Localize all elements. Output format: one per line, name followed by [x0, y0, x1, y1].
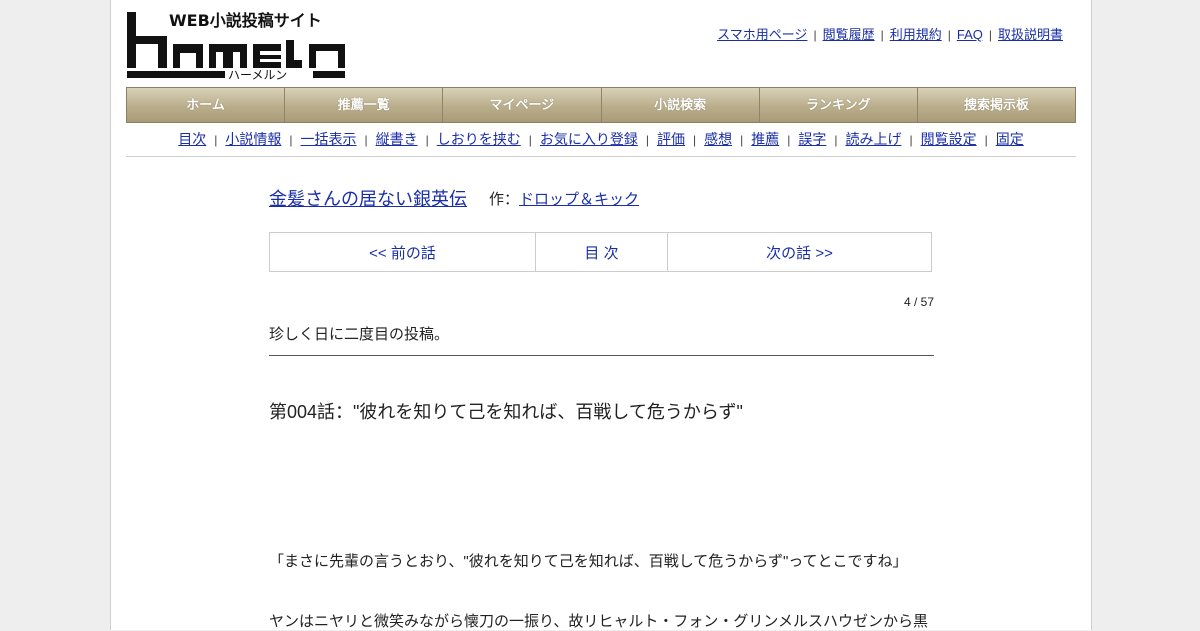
toc-cell: 目 次	[536, 233, 668, 271]
subnav-bookmark[interactable]: しおりを挟む	[437, 131, 521, 147]
preface-text: 珍しく日に二度目の投稿。	[269, 326, 450, 343]
subnav-vertical[interactable]: 縦書き	[376, 131, 418, 147]
top-link-history[interactable]: 閲覧履歴	[823, 27, 875, 42]
subnav-favorite[interactable]: お気に入り登録	[540, 131, 638, 147]
hameln-logo[interactable]: WEB小説投稿サイト ハーメルン	[127, 10, 347, 80]
preface-divider	[269, 355, 934, 356]
prev-chapter-link[interactable]: << 前の話	[369, 242, 436, 263]
author-line: 作：ドロップ＆キック	[489, 188, 639, 209]
top-link-terms[interactable]: 利用規約	[890, 27, 942, 42]
top-link-manual[interactable]: 取扱説明書	[998, 27, 1063, 42]
subnav-view-settings[interactable]: 閲覧設定	[921, 131, 977, 147]
subnav-show-all[interactable]: 一括表示	[301, 131, 357, 147]
page-container: WEB小説投稿サイト ハーメルン スマホ用ページ | 閲覧履歴 | 利用規約 | FAQ | 取…	[110, 0, 1092, 630]
next-chapter-link[interactable]: 次の話 >>	[766, 242, 833, 263]
novel-sub-nav: 目次 | 小説情報 | 一括表示 | 縦書き | しおりを挟む | お気に入り登録 | 評価 | 感想 | 推薦…	[126, 123, 1076, 157]
toc-link[interactable]: 目 次	[584, 242, 618, 263]
chapter-title: 第004話："彼れを知りて己を知れば、百戦して危うからず"	[269, 402, 743, 422]
chapter-nav: << 前の話 目 次 次の話 >>	[269, 232, 932, 272]
top-link-smartphone[interactable]: スマホ用ページ	[717, 27, 807, 42]
hameln-logo-icon: WEB小説投稿サイト ハーメルン	[127, 11, 345, 80]
chapter-counter: 4 / 57	[903, 295, 934, 309]
author-prefix: 作：	[489, 191, 520, 208]
nav-recommend-list[interactable]: 推薦一覧	[285, 88, 444, 122]
subnav-comments[interactable]: 感想	[704, 131, 732, 147]
top-link-faq[interactable]: FAQ	[957, 27, 983, 42]
subnav-toc[interactable]: 目次	[178, 131, 206, 147]
next-chapter-cell: 次の話 >>	[668, 233, 931, 271]
novel-title-link[interactable]: 金髪さんの居ない銀英伝	[269, 185, 467, 211]
logo-kana: ハーメルン	[228, 68, 287, 80]
main-nav: ホーム 推薦一覧 マイページ 小説検索 ランキング 捜索掲示板	[126, 87, 1076, 123]
top-links: スマホ用ページ | 閲覧履歴 | 利用規約 | FAQ | 取扱説明書	[717, 27, 1063, 42]
body-paragraph: 「まさに先輩の言うとおり、"彼れを知りて己を知れば、百戦して危うからず"ってとこ…	[269, 553, 908, 570]
subnav-pin[interactable]: 固定	[996, 131, 1024, 147]
prev-chapter-cell: << 前の話	[270, 233, 536, 271]
nav-ranking[interactable]: ランキング	[760, 88, 918, 122]
subnav-recommend[interactable]: 推薦	[751, 131, 779, 147]
logo-tagline: WEB小説投稿サイト	[169, 11, 322, 30]
subnav-rating[interactable]: 評価	[657, 131, 685, 147]
subnav-read-aloud[interactable]: 読み上げ	[846, 131, 902, 147]
body-paragraph: ヤンはニヤリと微笑みながら懐刀の一振り、故リヒャルト・フォン・グリンメルスハウゼ…	[269, 613, 928, 630]
subnav-typo[interactable]: 誤字	[798, 131, 826, 147]
nav-novel-search[interactable]: 小説検索	[602, 88, 760, 122]
subnav-novel-info[interactable]: 小説情報	[225, 131, 281, 147]
nav-search-board[interactable]: 捜索掲示板	[918, 88, 1075, 122]
nav-mypage[interactable]: マイページ	[443, 88, 602, 122]
nav-home[interactable]: ホーム	[127, 88, 286, 122]
author-link[interactable]: ドロップ＆キック	[519, 191, 639, 208]
